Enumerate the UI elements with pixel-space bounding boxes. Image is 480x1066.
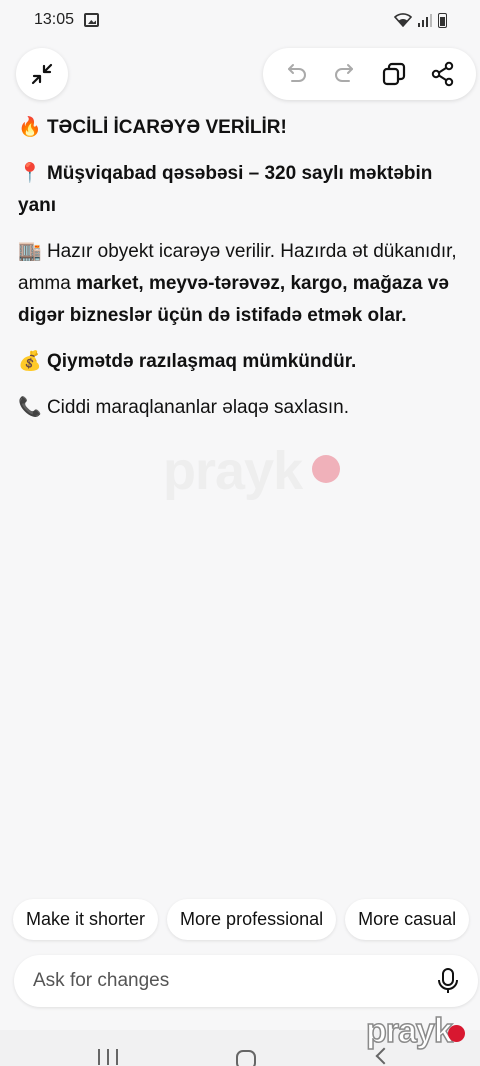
watermark-center: prayk	[163, 441, 303, 501]
money-bag-icon: 💰	[18, 351, 42, 372]
home-button[interactable]	[236, 1050, 256, 1066]
chip-make-it-shorter[interactable]: Make it shorter	[13, 899, 159, 940]
share-button[interactable]	[423, 54, 463, 94]
location-text: Müşviqabad qəsəbəsi – 320 saylı məktəbin…	[18, 163, 433, 216]
chip-more-professional[interactable]: More professional	[167, 899, 337, 940]
generated-text: 🔥 TƏCİLİ İCARƏYƏ VERİLİR! 📍 Müşviqabad q…	[18, 112, 466, 438]
image-icon	[84, 13, 100, 27]
redo-button[interactable]	[325, 54, 365, 94]
description-bold-text: market, meyvə-tərəvəz, kargo, mağaza və …	[18, 273, 449, 326]
suggestion-chips: Make it shorter More professional More c…	[13, 899, 480, 940]
watermark-logo-dot	[448, 1025, 465, 1042]
pin-icon: 📍	[18, 163, 42, 184]
collapse-button[interactable]	[16, 48, 68, 100]
paragraph-contact: 📞 Ciddi maraqlananlar əlaqə saxlasın.	[18, 392, 466, 424]
signal-icon	[418, 13, 432, 27]
paragraph-description: 🏬 Hazır obyekt icarəyə verilir. Hazırda …	[18, 236, 466, 332]
collapse-icon	[31, 63, 53, 85]
price-text: Qiymətdə razılaşmaq mümkündür.	[46, 351, 357, 372]
redo-icon	[334, 64, 353, 82]
share-icon	[432, 61, 454, 87]
action-pill	[263, 48, 476, 100]
paragraph-price: 💰 Qiymətdə razılaşmaq mümkündür.	[18, 346, 466, 378]
ask-input[interactable]	[33, 970, 436, 992]
watermark-dot	[312, 455, 340, 483]
undo-icon	[287, 64, 306, 82]
status-icons	[394, 12, 447, 28]
wifi-icon	[394, 13, 412, 27]
paragraph-location: 📍 Müşviqabad qəsəbəsi – 320 saylı məktəb…	[18, 158, 466, 222]
chip-more-casual[interactable]: More casual	[345, 899, 470, 940]
undo-button[interactable]	[276, 54, 316, 94]
store-icon: 🏬	[18, 241, 42, 262]
copy-button[interactable]	[374, 54, 414, 94]
phone-icon: 📞	[18, 397, 42, 418]
contact-text: Ciddi maraqlananlar əlaqə saxlasın.	[46, 397, 350, 418]
ask-box	[14, 955, 478, 1007]
recents-button[interactable]	[98, 1049, 118, 1065]
fire-icon: 🔥	[18, 117, 42, 138]
paragraph-title: 🔥 TƏCİLİ İCARƏYƏ VERİLİR!	[18, 112, 466, 144]
status-bar: 13:05	[0, 0, 480, 40]
title-text: TƏCİLİ İCARƏYƏ VERİLİR!	[46, 117, 287, 138]
mic-icon[interactable]	[436, 967, 460, 995]
copy-icon	[383, 62, 406, 86]
top-toolbar	[0, 48, 480, 102]
battery-icon	[438, 12, 447, 28]
watermark-logo: prayk	[365, 1011, 453, 1051]
status-time: 13:05	[34, 11, 75, 28]
